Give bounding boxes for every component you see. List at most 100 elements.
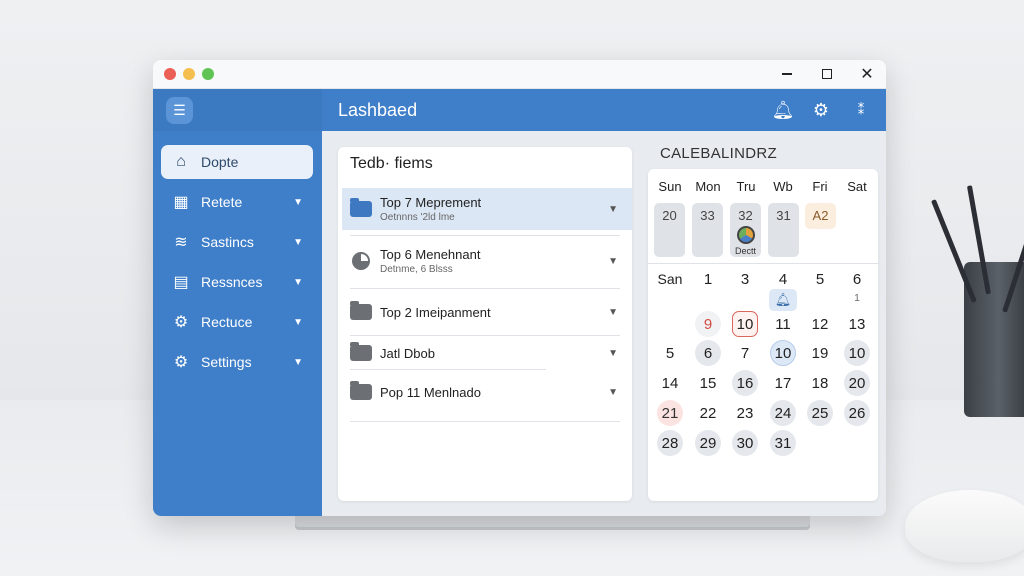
date-cell[interactable]: 20 xyxy=(654,203,685,257)
close-dot[interactable] xyxy=(164,68,176,80)
sidebar-item-rectuce[interactable]: ⚙ Rectuce ▼ xyxy=(161,305,313,339)
sidebar-item-label: Ressnces xyxy=(201,274,263,290)
sidebar-item-label: Retete xyxy=(201,194,243,210)
date-number[interactable]: 22 xyxy=(695,400,721,426)
pie-chart-icon xyxy=(352,252,370,270)
minimize-button[interactable] xyxy=(777,64,797,84)
date-number[interactable]: 23 xyxy=(732,400,758,426)
date-number[interactable]: 1 xyxy=(695,266,721,292)
folder-icon xyxy=(350,342,372,361)
date-number[interactable]: 12 xyxy=(807,311,833,337)
date-number[interactable]: 15 xyxy=(695,370,721,396)
date-number[interactable]: 19 xyxy=(807,340,833,366)
settings-button[interactable]: ⚙ xyxy=(810,99,832,121)
layers-icon: ≋ xyxy=(174,234,188,251)
sidebar-item-dopte[interactable]: ⌂ Dopte xyxy=(161,145,313,179)
divider xyxy=(648,263,878,264)
date-number[interactable]: 10 xyxy=(770,340,796,366)
date-number[interactable]: 29 xyxy=(695,430,721,456)
item-subtitle: Detnme, 6 Blsss xyxy=(380,264,453,275)
date-number[interactable]: 3 xyxy=(732,266,758,292)
date-number[interactable]: 14 xyxy=(657,370,683,396)
sidebar-item-settings[interactable]: ⚙ Settings ▼ xyxy=(161,345,313,379)
title-bar: ✕ xyxy=(153,60,886,89)
divider xyxy=(350,288,620,289)
date-number[interactable]: 10 xyxy=(844,340,870,366)
weekday-label: Wb xyxy=(773,179,793,194)
date-number[interactable]: 7 xyxy=(732,340,758,366)
chevron-down-icon: ▼ xyxy=(293,316,303,328)
page-title: Lashbaed xyxy=(338,100,418,120)
sidebar-item-ressnces[interactable]: ▤ Ressnces ▼ xyxy=(161,265,313,299)
event-marker[interactable]: 🔔︎ xyxy=(769,289,797,311)
date-number[interactable]: 16 xyxy=(732,370,758,396)
sidebar-item-sastincs[interactable]: ≋ Sastincs ▼ xyxy=(161,225,313,259)
event-caption: Dectt xyxy=(734,246,756,256)
date-cell-event[interactable]: 32 Dectt xyxy=(730,203,761,257)
date-cell[interactable]: 33 xyxy=(692,203,723,257)
date-number[interactable]: 10 xyxy=(732,311,758,337)
date-number[interactable]: 20 xyxy=(844,370,870,396)
date-number[interactable]: 30 xyxy=(732,430,758,456)
list-item[interactable]: Top 6 Menehnant Detnme, 6 Blsss ▼ xyxy=(342,240,632,282)
calendar: Sun Mon Tru Wb Fri Sat 20 33 32 Dectt 31… xyxy=(648,169,878,501)
sidebar-item-label: Dopte xyxy=(201,154,239,170)
date-number[interactable]: 13 xyxy=(844,311,870,337)
list-item[interactable]: Top 7 Meprement Oetnnns '2ld lme ▼ xyxy=(342,188,632,230)
weekday-label: Fri xyxy=(812,179,828,194)
date-number: 31 xyxy=(776,208,791,223)
date-number[interactable]: 28 xyxy=(657,430,683,456)
document-icon: ▤ xyxy=(173,274,189,291)
date-number[interactable]: 9 xyxy=(695,311,721,337)
date-cell[interactable]: 31 xyxy=(768,203,799,257)
date-number[interactable]: 31 xyxy=(770,430,796,456)
maximize-button[interactable] xyxy=(817,64,837,84)
chevron-down-icon[interactable]: ▼ xyxy=(608,387,618,398)
gear-icon: ⚙ xyxy=(173,354,189,371)
close-button[interactable]: ✕ xyxy=(857,64,877,84)
menu-button[interactable]: ☰ xyxy=(166,97,193,124)
notifications-button[interactable]: 🔔︎ xyxy=(771,99,795,121)
date-number[interactable]: 5 xyxy=(657,340,683,366)
date-number[interactable]: 6 xyxy=(844,266,870,292)
chevron-down-icon[interactable]: ▼ xyxy=(608,307,618,318)
event-badge-icon xyxy=(736,226,755,244)
date-number[interactable]: 5 xyxy=(807,266,833,292)
divider xyxy=(350,235,620,236)
date-cell[interactable]: A2 xyxy=(805,203,836,229)
date-number[interactable]: 21 xyxy=(657,400,683,426)
chevron-down-icon[interactable]: ▼ xyxy=(608,204,618,215)
folder-icon xyxy=(350,198,372,217)
bell-icon: 🔔︎ xyxy=(771,99,795,120)
maximize-dot[interactable] xyxy=(202,68,214,80)
item-title: Pop 11 Menlnado xyxy=(380,384,481,400)
more-button[interactable]: ⁑ xyxy=(850,99,872,121)
folder-icon xyxy=(350,301,372,320)
weekday-label: Mon xyxy=(695,179,721,194)
date-number[interactable]: 24 xyxy=(770,400,796,426)
date-number: 20 xyxy=(662,208,677,223)
list-item[interactable]: Pop 11 Menlnado ▼ xyxy=(342,371,632,413)
date-number[interactable]: 25 xyxy=(807,400,833,426)
grid-icon: ▦ xyxy=(173,194,189,211)
home-icon: ⌂ xyxy=(176,153,186,170)
close-icon: ✕ xyxy=(860,66,874,83)
chevron-down-icon[interactable]: ▼ xyxy=(608,348,618,359)
date-number[interactable]: 18 xyxy=(807,370,833,396)
divider xyxy=(350,369,546,370)
item-title: Top 6 Menehnant xyxy=(380,247,481,262)
sidebar-item-label: Settings xyxy=(201,354,252,370)
items-panel: Tedb· fiems Top 7 Meprement Oetnnns '2ld… xyxy=(338,147,632,501)
date-number[interactable]: 11 xyxy=(770,311,796,337)
list-item[interactable]: Jatl Dbob ▼ xyxy=(342,332,632,374)
minimize-dot[interactable] xyxy=(183,68,195,80)
sidebar-item-retete[interactable]: ▦ Retete ▼ xyxy=(161,185,313,219)
date-number: 1 xyxy=(854,292,860,304)
date-number[interactable]: 17 xyxy=(770,370,796,396)
chevron-down-icon[interactable]: ▼ xyxy=(608,256,618,267)
date-number[interactable]: 26 xyxy=(844,400,870,426)
date-number: 33 xyxy=(700,208,715,223)
list-item[interactable]: Top 2 Imeipanment ▼ xyxy=(342,291,632,333)
hamburger-icon: ☰ xyxy=(173,102,186,118)
date-number[interactable]: 6 xyxy=(695,340,721,366)
